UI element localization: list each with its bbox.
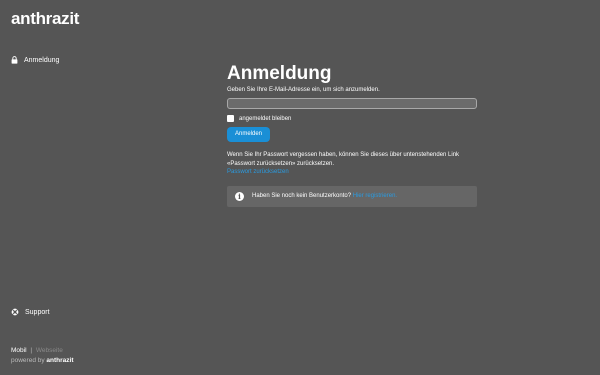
lock-icon — [11, 56, 18, 64]
sidebar-item-label: Support — [25, 308, 50, 316]
login-panel: Anmeldung Geben Sie Ihre E-Mail-Adresse … — [227, 63, 477, 207]
info-icon: i — [235, 191, 244, 201]
powered-by: powered by anthrazit — [11, 357, 74, 364]
powered-prefix: powered by — [11, 357, 45, 364]
lifebuoy-icon — [11, 308, 19, 316]
remember-label[interactable]: angemeldet bleiben — [239, 116, 291, 122]
page-title: Anmeldung — [227, 63, 332, 84]
brand-logo[interactable]: anthrazit — [11, 9, 79, 29]
powered-brand[interactable]: anthrazit — [46, 357, 73, 364]
forgot-password-text: Wenn Sie Ihr Passwort vergessen haben, k… — [227, 152, 460, 167]
reset-password-link[interactable]: Passwort zurücksetzen — [227, 169, 289, 175]
website-link[interactable]: Webseite — [36, 347, 63, 354]
sidebar-item-label: Anmeldung — [24, 56, 60, 64]
register-link[interactable]: Hier registrieren. — [353, 193, 397, 199]
intro-text: Geben Sie Ihre E-Mail-Adresse ein, um si… — [227, 87, 380, 93]
mobile-link[interactable]: Mobil — [11, 347, 27, 354]
email-field[interactable] — [227, 98, 477, 109]
remember-checkbox[interactable] — [227, 115, 234, 122]
forgot-password-block: Wenn Sie Ihr Passwort vergessen haben, k… — [227, 151, 477, 177]
sidebar-item-support[interactable]: Support — [11, 308, 50, 316]
footer-separator: | — [30, 347, 33, 354]
register-notice: i Haben Sie noch kein Benutzerkonto? Hie… — [227, 185, 477, 207]
remember-row: angemeldet bleiben — [227, 115, 477, 122]
sidebar-item-login[interactable]: Anmeldung — [11, 56, 59, 64]
register-question: Haben Sie noch kein Benutzerkonto? — [252, 193, 352, 199]
footer-links: Mobil | Webseite — [11, 347, 63, 354]
login-button[interactable]: Anmelden — [227, 127, 270, 142]
register-text: Haben Sie noch kein Benutzerkonto? Hier … — [252, 193, 397, 199]
